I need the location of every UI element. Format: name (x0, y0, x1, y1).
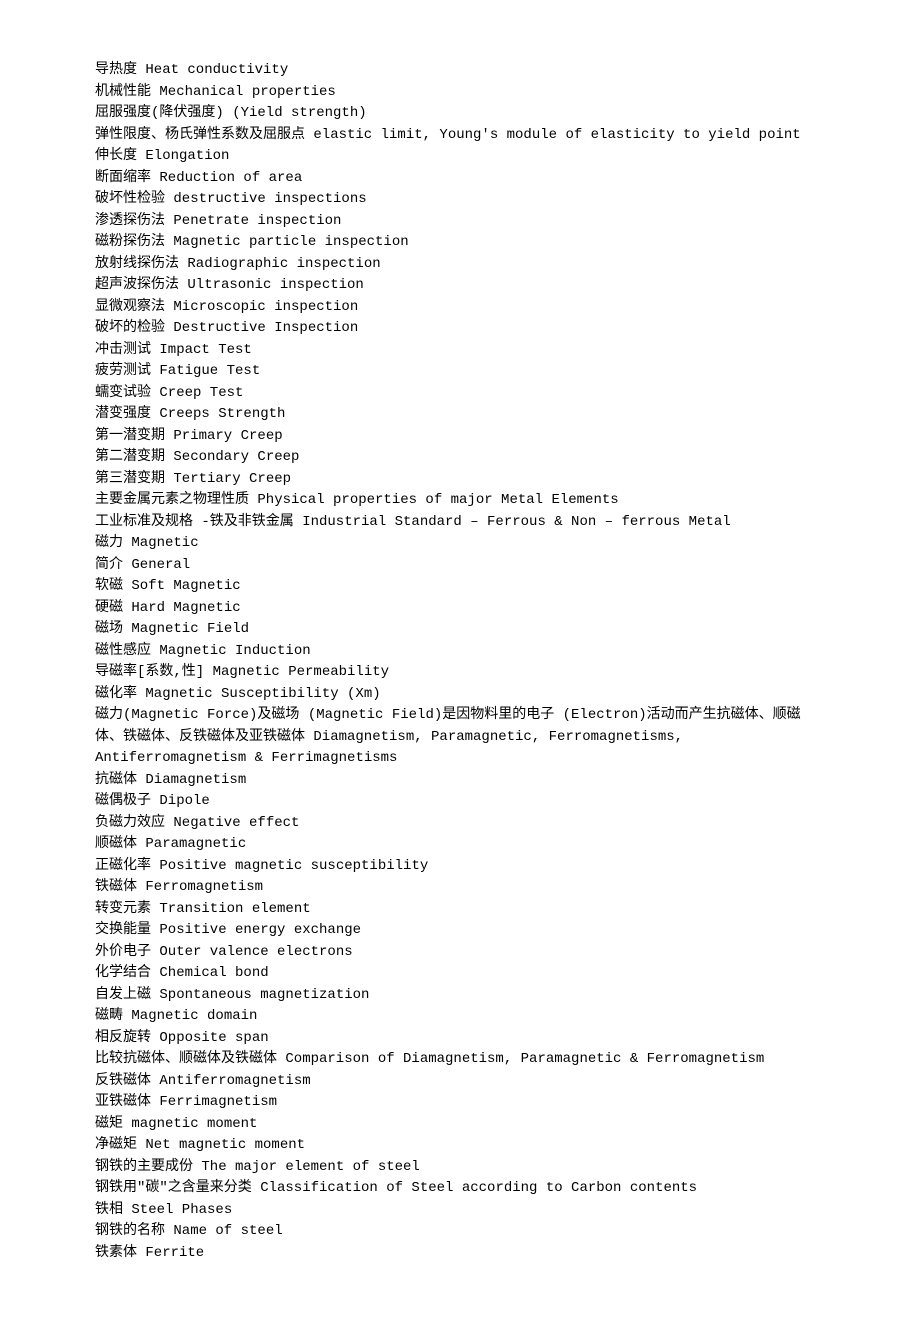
text-line: 亚铁磁体 Ferrimagnetism (95, 1092, 825, 1114)
text-line: 铁素体 Ferrite (95, 1243, 825, 1265)
text-line: 正磁化率 Positive magnetic susceptibility (95, 856, 825, 878)
text-line: 磁偶极子 Dipole (95, 791, 825, 813)
text-line: 钢铁用"碳"之含量来分类 Classification of Steel acc… (95, 1178, 825, 1200)
text-line: 化学结合 Chemical bond (95, 963, 825, 985)
text-line: 冲击测试 Impact Test (95, 340, 825, 362)
text-line: 导磁率[系数,性] Magnetic Permeability (95, 662, 825, 684)
document-body: 导热度 Heat conductivity机械性能 Mechanical pro… (95, 60, 825, 1264)
text-line: 导热度 Heat conductivity (95, 60, 825, 82)
text-line: 磁力(Magnetic Force)及磁场 (Magnetic Field)是因… (95, 705, 825, 770)
text-line: 磁场 Magnetic Field (95, 619, 825, 641)
text-line: 潜变强度 Creeps Strength (95, 404, 825, 426)
text-line: 显微观察法 Microscopic inspection (95, 297, 825, 319)
text-line: 转变元素 Transition element (95, 899, 825, 921)
text-line: 交换能量 Positive energy exchange (95, 920, 825, 942)
text-line: 破坏性检验 destructive inspections (95, 189, 825, 211)
text-line: 比较抗磁体、顺磁体及铁磁体 Comparison of Diamagnetism… (95, 1049, 825, 1071)
text-line: 相反旋转 Opposite span (95, 1028, 825, 1050)
text-line: 磁化率 Magnetic Susceptibility (Xm) (95, 684, 825, 706)
text-line: 超声波探伤法 Ultrasonic inspection (95, 275, 825, 297)
text-line: 铁相 Steel Phases (95, 1200, 825, 1222)
text-line: 软磁 Soft Magnetic (95, 576, 825, 598)
text-line: 机械性能 Mechanical properties (95, 82, 825, 104)
text-line: 主要金属元素之物理性质 Physical properties of major… (95, 490, 825, 512)
text-line: 顺磁体 Paramagnetic (95, 834, 825, 856)
text-line: 磁畴 Magnetic domain (95, 1006, 825, 1028)
text-line: 净磁矩 Net magnetic moment (95, 1135, 825, 1157)
text-line: 硬磁 Hard Magnetic (95, 598, 825, 620)
text-line: 钢铁的名称 Name of steel (95, 1221, 825, 1243)
text-line: 磁矩 magnetic moment (95, 1114, 825, 1136)
text-line: 弹性限度、杨氏弹性系数及屈服点 elastic limit, Young's m… (95, 125, 825, 147)
text-line: 渗透探伤法 Penetrate inspection (95, 211, 825, 233)
text-line: 放射线探伤法 Radiographic inspection (95, 254, 825, 276)
text-line: 自发上磁 Spontaneous magnetization (95, 985, 825, 1007)
text-line: 第二潜变期 Secondary Creep (95, 447, 825, 469)
text-line: 屈服强度(降伏强度) (Yield strength) (95, 103, 825, 125)
text-line: 磁力 Magnetic (95, 533, 825, 555)
text-line: 伸长度 Elongation (95, 146, 825, 168)
text-line: 简介 General (95, 555, 825, 577)
text-line: 反铁磁体 Antiferromagnetism (95, 1071, 825, 1093)
text-line: 第三潜变期 Tertiary Creep (95, 469, 825, 491)
text-line: 疲劳测试 Fatigue Test (95, 361, 825, 383)
text-line: 断面缩率 Reduction of area (95, 168, 825, 190)
text-line: 工业标准及规格 -铁及非铁金属 Industrial Standard – Fe… (95, 512, 825, 534)
text-line: 负磁力效应 Negative effect (95, 813, 825, 835)
text-line: 磁粉探伤法 Magnetic particle inspection (95, 232, 825, 254)
text-line: 外价电子 Outer valence electrons (95, 942, 825, 964)
text-line: 抗磁体 Diamagnetism (95, 770, 825, 792)
text-line: 铁磁体 Ferromagnetism (95, 877, 825, 899)
text-line: 第一潜变期 Primary Creep (95, 426, 825, 448)
text-line: 破坏的检验 Destructive Inspection (95, 318, 825, 340)
text-line: 蠕变试验 Creep Test (95, 383, 825, 405)
text-line: 磁性感应 Magnetic Induction (95, 641, 825, 663)
text-line: 钢铁的主要成份 The major element of steel (95, 1157, 825, 1179)
